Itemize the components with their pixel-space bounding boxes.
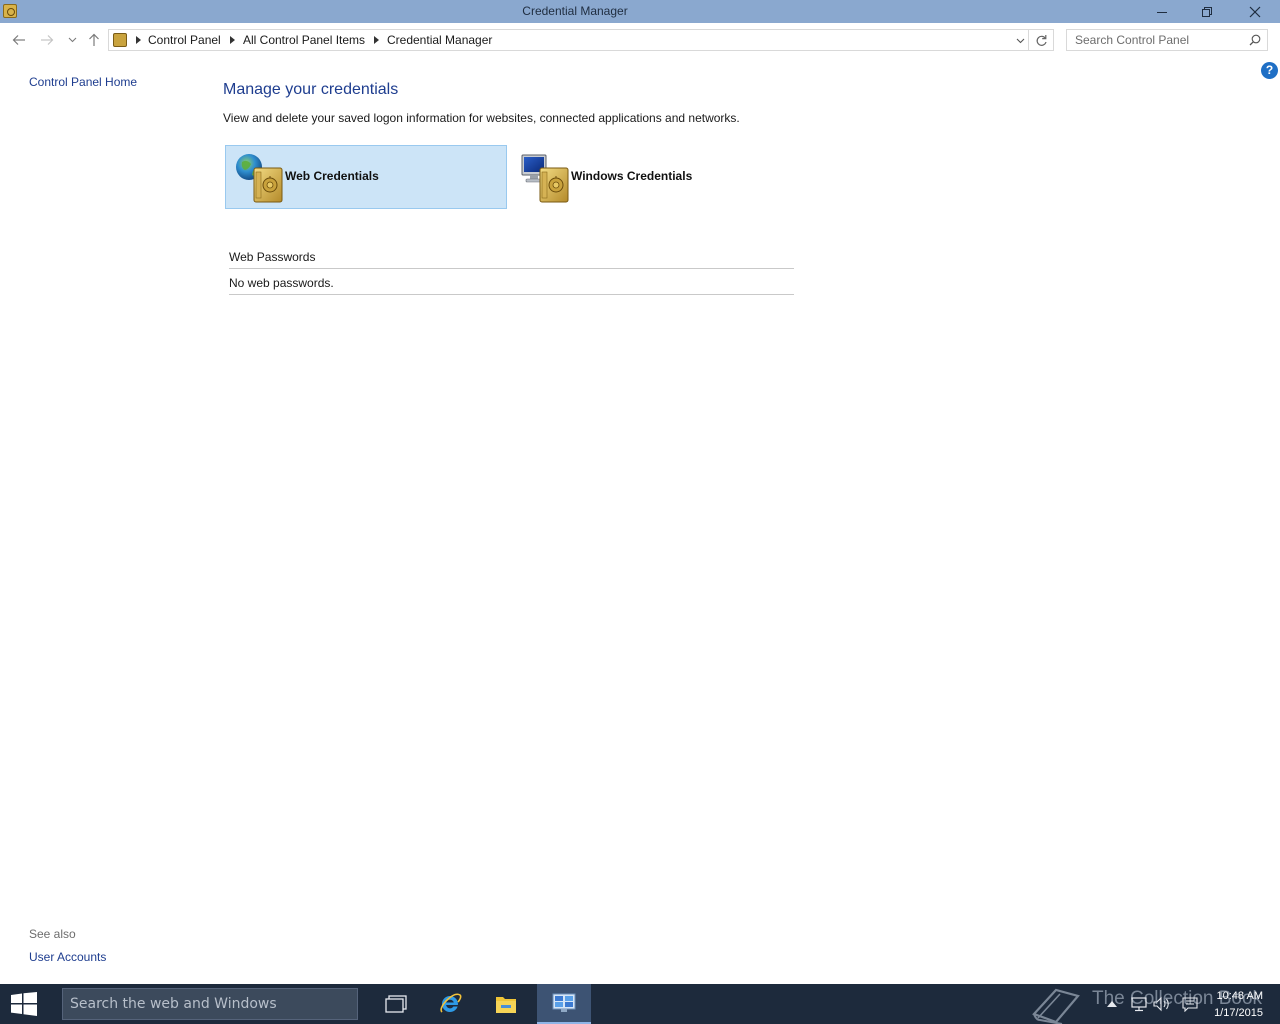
- divider: [229, 294, 794, 295]
- control-panel-home-link[interactable]: Control Panel Home: [29, 75, 137, 89]
- taskbar: The Collection Book 10:48 AM 1/17/2015: [0, 984, 1280, 1024]
- search-icon: [1249, 34, 1261, 46]
- navigation-bar: Control Panel All Control Panel Items Cr…: [0, 28, 1280, 52]
- monitor-vault-icon: [521, 154, 569, 203]
- task-view-icon: [385, 995, 407, 1013]
- breadcrumb-separator-icon[interactable]: [227, 33, 237, 47]
- taskbar-search-input[interactable]: [63, 989, 357, 1019]
- breadcrumb-separator-icon[interactable]: [133, 33, 143, 47]
- back-arrow-icon: [12, 35, 25, 45]
- chevron-down-icon: [1016, 38, 1024, 44]
- internet-explorer-icon: [440, 993, 462, 1013]
- breadcrumb-credential-manager[interactable]: Credential Manager: [387, 30, 492, 50]
- credential-manager-window: Credential Manager Control Panel All Con…: [0, 0, 1280, 984]
- folder-icon: [496, 997, 516, 1013]
- windows-credentials-tile[interactable]: Windows Credentials: [511, 145, 793, 209]
- search-box[interactable]: [1066, 29, 1268, 51]
- clock-time[interactable]: 10:48 AM: [1205, 990, 1263, 1002]
- restore-icon: [1202, 6, 1212, 17]
- restore-button[interactable]: [1184, 0, 1230, 23]
- control-panel-icon: [552, 993, 576, 1012]
- window-title: Credential Manager: [522, 4, 628, 18]
- divider: [229, 268, 794, 269]
- task-view-button[interactable]: [369, 984, 423, 1024]
- minimize-button[interactable]: [1139, 0, 1185, 23]
- close-icon: [1249, 6, 1261, 17]
- see-also-label: See also: [29, 927, 76, 941]
- refresh-icon: [1036, 34, 1047, 46]
- chevron-up-icon: [1107, 1001, 1117, 1007]
- page-description: View and delete your saved logon informa…: [223, 111, 740, 125]
- network-button[interactable]: [1130, 994, 1148, 1014]
- help-button[interactable]: ?: [1261, 62, 1278, 79]
- recent-locations-button[interactable]: [61, 28, 83, 52]
- breadcrumb-all-control-panel-items[interactable]: All Control Panel Items: [243, 30, 365, 50]
- control-panel-taskbar-button[interactable]: [537, 984, 591, 1024]
- windows-credentials-label: Windows Credentials: [571, 169, 693, 183]
- breadcrumb-separator-icon[interactable]: [371, 33, 381, 47]
- forward-arrow-icon: [41, 35, 54, 45]
- globe-vault-icon: [236, 154, 283, 203]
- network-icon: [1131, 997, 1147, 1012]
- internet-explorer-button[interactable]: [423, 984, 477, 1024]
- clock-date[interactable]: 1/17/2015: [1205, 1007, 1263, 1019]
- back-button[interactable]: [8, 28, 30, 52]
- empty-list-message: No web passwords.: [229, 276, 334, 290]
- up-arrow-icon: [89, 33, 99, 46]
- up-button[interactable]: [83, 28, 105, 52]
- start-button[interactable]: [0, 984, 48, 1024]
- windows-logo-icon: [11, 992, 37, 1016]
- credential-manager-address-icon: [113, 33, 127, 47]
- volume-button[interactable]: [1153, 994, 1171, 1014]
- file-explorer-button[interactable]: [479, 984, 533, 1024]
- book-watermark-icon: [1032, 988, 1080, 1024]
- taskbar-search-box[interactable]: [62, 988, 358, 1020]
- breadcrumb-control-panel[interactable]: Control Panel: [148, 30, 221, 50]
- page-title: Manage your credentials: [223, 81, 399, 98]
- search-input[interactable]: [1067, 30, 1245, 50]
- web-passwords-section-header: Web Passwords: [229, 250, 316, 264]
- forward-button[interactable]: [36, 28, 58, 52]
- user-accounts-link[interactable]: User Accounts: [29, 950, 106, 964]
- search-button[interactable]: [1247, 32, 1263, 48]
- web-credentials-label: Web Credentials: [285, 169, 379, 183]
- address-history-dropdown[interactable]: [1012, 30, 1028, 52]
- title-bar[interactable]: Credential Manager: [0, 0, 1280, 23]
- refresh-button[interactable]: [1029, 29, 1054, 51]
- minimize-icon: [1157, 11, 1167, 13]
- close-button[interactable]: [1232, 0, 1278, 23]
- show-hidden-icons-button[interactable]: [1103, 994, 1121, 1014]
- action-center-button[interactable]: [1181, 994, 1199, 1014]
- action-center-icon: [1182, 997, 1198, 1012]
- web-credentials-tile[interactable]: Web Credentials: [225, 145, 507, 209]
- chevron-down-icon: [68, 37, 76, 43]
- address-bar[interactable]: Control Panel All Control Panel Items Cr…: [108, 29, 1029, 51]
- speaker-icon: [1153, 996, 1169, 1012]
